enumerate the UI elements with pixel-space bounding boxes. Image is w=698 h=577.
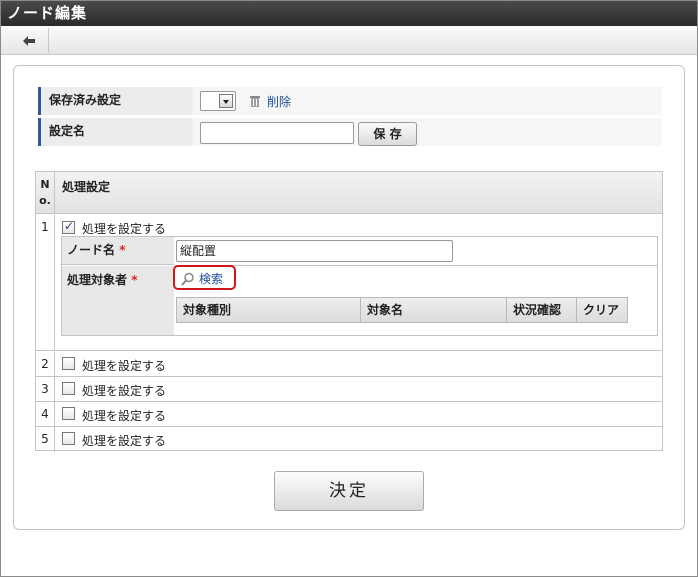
row-checkbox[interactable] — [62, 219, 75, 234]
back-button[interactable] — [9, 28, 49, 53]
row-checkbox[interactable] — [62, 357, 75, 370]
row-number: 3 — [36, 377, 55, 401]
row-checkbox[interactable] — [62, 407, 75, 420]
saved-settings-select[interactable] — [200, 91, 236, 111]
arrow-left-icon — [22, 35, 35, 46]
row-label: 処理を設定する — [82, 409, 167, 423]
table-header: No. 処理設定 — [36, 172, 662, 214]
row-label: 処理を設定する — [82, 434, 167, 448]
row-checkbox[interactable] — [62, 382, 75, 395]
node-name-input[interactable]: 縦配置 — [176, 240, 453, 262]
row-checkbox[interactable] — [62, 432, 75, 445]
target-label: 処理対象者 * — [62, 266, 174, 335]
col-target-name: 対象名 — [361, 298, 507, 322]
col-status-check: 状況確認 — [507, 298, 577, 322]
search-link[interactable]: 検索 — [181, 270, 223, 287]
toolbar — [1, 26, 697, 55]
table-row: 5 処理を設定する — [36, 427, 662, 452]
col-target-type: 対象種別 — [177, 298, 361, 322]
saved-settings-label: 保存済み設定 — [38, 87, 192, 115]
table-row: 3 処理を設定する — [36, 377, 662, 402]
required-mark: * — [119, 243, 126, 257]
chevron-down-icon[interactable] — [219, 94, 233, 108]
saved-settings-row: 保存済み設定 削除 — [38, 87, 662, 115]
row-label: 処理を設定する — [82, 384, 167, 398]
col-no-header: No. — [36, 172, 55, 214]
col-clear: クリア — [583, 303, 620, 317]
node-name-label: ノード名 * — [62, 237, 174, 265]
setting-name-input[interactable] — [200, 122, 354, 144]
col-title-header: 処理設定 — [62, 180, 111, 194]
table-row: 4 処理を設定する — [36, 402, 662, 427]
row-number: 2 — [36, 352, 55, 376]
window-title: ノード編集 — [1, 1, 697, 26]
delete-link-label: 削除 — [267, 95, 292, 109]
required-mark: * — [131, 273, 138, 287]
window: ノード編集 保存済み設定 削除 設定名 保 存 N o. 処理設定 1 ✓ 処理… — [0, 0, 698, 577]
search-link-label: 検索 — [199, 272, 224, 286]
row-label: 処理を設定する — [82, 222, 167, 236]
row-number: 5 — [36, 427, 55, 452]
row-number: 1 — [36, 215, 55, 350]
trash-icon — [250, 96, 260, 107]
target-subtable-header: 対象種別 対象名 状況確認 クリア — [176, 297, 628, 323]
row-label: 処理を設定する — [82, 359, 167, 373]
magnifier-icon — [181, 272, 194, 286]
delete-link[interactable]: 削除 — [249, 93, 291, 110]
row-number: 4 — [36, 402, 55, 426]
save-button[interactable]: 保 存 — [358, 122, 417, 146]
setting-name-label: 設定名 — [38, 118, 192, 146]
table-row: 2 処理を設定する — [36, 352, 662, 377]
decide-button[interactable]: 決定 — [274, 471, 424, 511]
